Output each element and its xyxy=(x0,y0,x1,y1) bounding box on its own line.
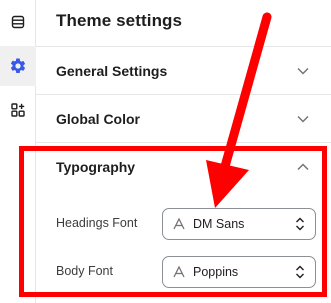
body-font-value: Poppins xyxy=(193,265,239,279)
font-icon xyxy=(173,218,185,230)
headings-font-select[interactable]: DM Sans xyxy=(162,208,316,240)
section-typography[interactable]: Typography xyxy=(36,142,331,190)
gear-icon xyxy=(9,57,27,75)
chevron-down-icon xyxy=(297,67,309,75)
sidebar-rail xyxy=(0,0,36,303)
chevron-up-icon xyxy=(297,162,309,171)
page-title: Theme settings xyxy=(56,11,183,30)
layout-icon xyxy=(10,14,26,30)
section-label: Global Color xyxy=(56,110,140,127)
body-font-label: Body Font xyxy=(56,264,113,278)
select-updown-icon xyxy=(295,217,305,231)
blocks-add-icon xyxy=(10,102,26,118)
font-icon xyxy=(173,266,185,278)
section-label: General Settings xyxy=(56,62,168,79)
rail-item-blocks[interactable] xyxy=(0,90,36,130)
rail-item-layout[interactable] xyxy=(0,2,36,42)
chevron-down-icon xyxy=(297,115,309,123)
section-global-color[interactable]: Global Color xyxy=(36,94,331,142)
rail-item-settings[interactable] xyxy=(0,46,36,86)
theme-settings-panel: Theme settings General Settings Global C… xyxy=(36,0,331,303)
headings-font-label: Headings Font xyxy=(56,216,138,230)
body-font-select[interactable]: Poppins xyxy=(162,256,316,288)
select-updown-icon xyxy=(295,265,305,279)
section-general-settings[interactable]: General Settings xyxy=(36,46,331,94)
section-label: Typography xyxy=(56,158,136,175)
headings-font-value: DM Sans xyxy=(193,217,245,231)
